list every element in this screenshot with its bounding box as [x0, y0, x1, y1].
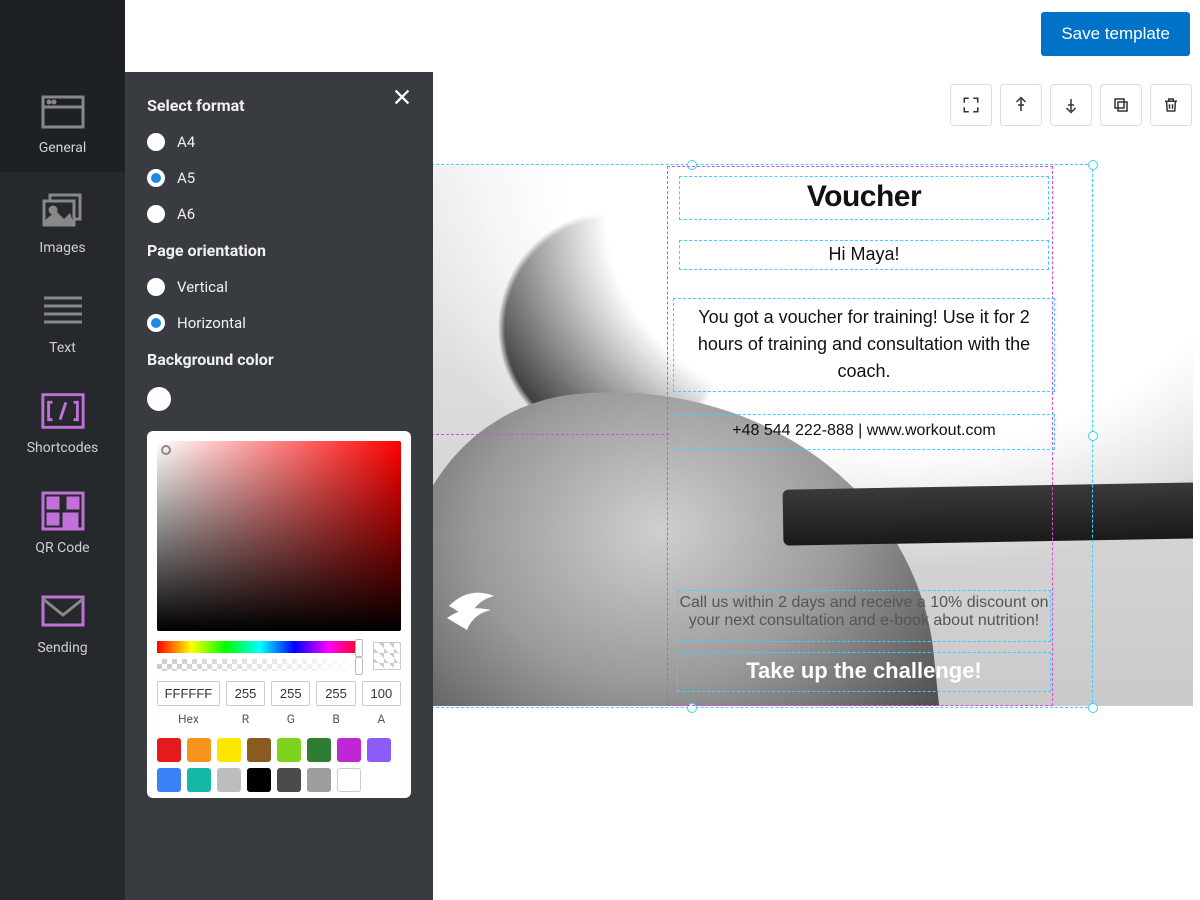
radio-icon	[147, 169, 165, 187]
radio-label: A5	[177, 169, 195, 187]
orientation-option-vertical[interactable]: Vertical	[147, 278, 411, 296]
voucher-greeting[interactable]: Hi Maya!	[679, 244, 1049, 265]
g-input[interactable]	[271, 681, 310, 706]
sidebar-item-qrcode[interactable]: QR Code	[0, 472, 125, 572]
guide-line	[431, 434, 669, 435]
fullscreen-button[interactable]	[950, 84, 992, 126]
sidebar-item-label: General	[39, 140, 87, 156]
radio-icon	[147, 278, 165, 296]
orientation-heading: Page orientation	[147, 241, 411, 260]
swatch[interactable]	[307, 738, 331, 762]
swatch[interactable]	[307, 768, 331, 792]
g-label: G	[287, 712, 295, 726]
swatch[interactable]	[187, 768, 211, 792]
swatch[interactable]	[277, 738, 301, 762]
save-template-button[interactable]: Save template	[1041, 12, 1190, 56]
color-indicator[interactable]	[161, 445, 171, 455]
radio-label: Vertical	[177, 278, 228, 296]
sidebar-item-sending[interactable]: Sending	[0, 572, 125, 672]
canvas-toolbar	[950, 84, 1192, 126]
radio-label: A4	[177, 133, 195, 151]
duplicate-button[interactable]	[1100, 84, 1142, 126]
color-swatches	[157, 738, 401, 792]
images-icon	[39, 190, 87, 232]
format-option-a4[interactable]: A4	[147, 133, 411, 151]
color-picker: Hex R G B A	[147, 431, 411, 798]
swatch[interactable]	[217, 738, 241, 762]
sidebar-item-label: Sending	[37, 640, 87, 656]
shortcode-icon	[39, 390, 87, 432]
voucher-desc[interactable]: You got a voucher for training! Use it f…	[681, 304, 1047, 385]
a-input[interactable]	[362, 681, 401, 706]
bgcolor-heading: Background color	[147, 350, 411, 369]
sidebar-header-spacer	[0, 0, 125, 72]
format-option-a6[interactable]: A6	[147, 205, 411, 223]
swatch[interactable]	[247, 768, 271, 792]
swatch[interactable]	[277, 768, 301, 792]
voucher-title[interactable]: Voucher	[679, 180, 1049, 214]
voucher-cta-top[interactable]: Call us within 2 days and receive a 10% …	[677, 594, 1051, 630]
sidebar-item-general[interactable]: General	[0, 72, 125, 172]
r-label: R	[242, 712, 249, 726]
sidebar-item-shortcodes[interactable]: Shortcodes	[0, 372, 125, 472]
voucher-contact[interactable]: +48 544 222-888 | www.workout.com	[673, 422, 1055, 440]
voucher-cta[interactable]: Take up the challenge!	[677, 658, 1051, 684]
swatch[interactable]	[247, 738, 271, 762]
orientation-option-horizontal[interactable]: Horizontal	[147, 314, 411, 332]
bring-front-button[interactable]	[1000, 84, 1042, 126]
sidebar-item-label: Shortcodes	[27, 440, 99, 456]
swatch[interactable]	[337, 738, 361, 762]
canvas-area: Voucher Hi Maya! You got a voucher for t…	[433, 72, 1200, 900]
hex-label: Hex	[178, 712, 199, 726]
send-back-button[interactable]	[1050, 84, 1092, 126]
sidebar-item-label: Text	[49, 340, 76, 356]
b-label: B	[332, 712, 339, 726]
text-lines-icon	[39, 290, 87, 332]
color-saturation-area[interactable]	[157, 441, 401, 631]
hex-input[interactable]	[157, 681, 220, 706]
swatch[interactable]	[157, 738, 181, 762]
voucher-canvas[interactable]: Voucher Hi Maya! You got a voucher for t…	[433, 166, 1193, 706]
color-preview	[373, 642, 401, 670]
bgcolor-swatch[interactable]	[147, 387, 171, 411]
format-heading: Select format	[147, 96, 411, 115]
main-sidebar: General Images Text Shortcodes QR Code S…	[0, 0, 125, 900]
swatch[interactable]	[217, 768, 241, 792]
a-label: A	[377, 712, 385, 726]
radio-icon	[147, 314, 165, 332]
delete-button[interactable]	[1150, 84, 1192, 126]
radio-icon	[147, 133, 165, 151]
sidebar-item-text[interactable]: Text	[0, 272, 125, 372]
b-input[interactable]	[316, 681, 355, 706]
radio-icon	[147, 205, 165, 223]
swatch[interactable]	[367, 738, 391, 762]
hue-slider[interactable]	[157, 641, 363, 653]
mail-icon	[39, 590, 87, 632]
r-input[interactable]	[226, 681, 265, 706]
window-icon	[39, 90, 87, 132]
general-settings-panel: Select format A4 A5 A6 Page orientation …	[125, 72, 433, 900]
format-option-a5[interactable]: A5	[147, 169, 411, 187]
qr-icon	[39, 490, 87, 532]
swatch[interactable]	[337, 768, 361, 792]
sidebar-item-label: QR Code	[35, 540, 89, 556]
swatch[interactable]	[157, 768, 181, 792]
close-panel-button[interactable]	[391, 86, 415, 110]
swatch[interactable]	[187, 738, 211, 762]
alpha-slider[interactable]	[157, 659, 363, 671]
radio-label: A6	[177, 205, 195, 223]
sidebar-item-images[interactable]: Images	[0, 172, 125, 272]
radio-label: Horizontal	[177, 314, 246, 332]
sidebar-item-label: Images	[39, 240, 85, 256]
